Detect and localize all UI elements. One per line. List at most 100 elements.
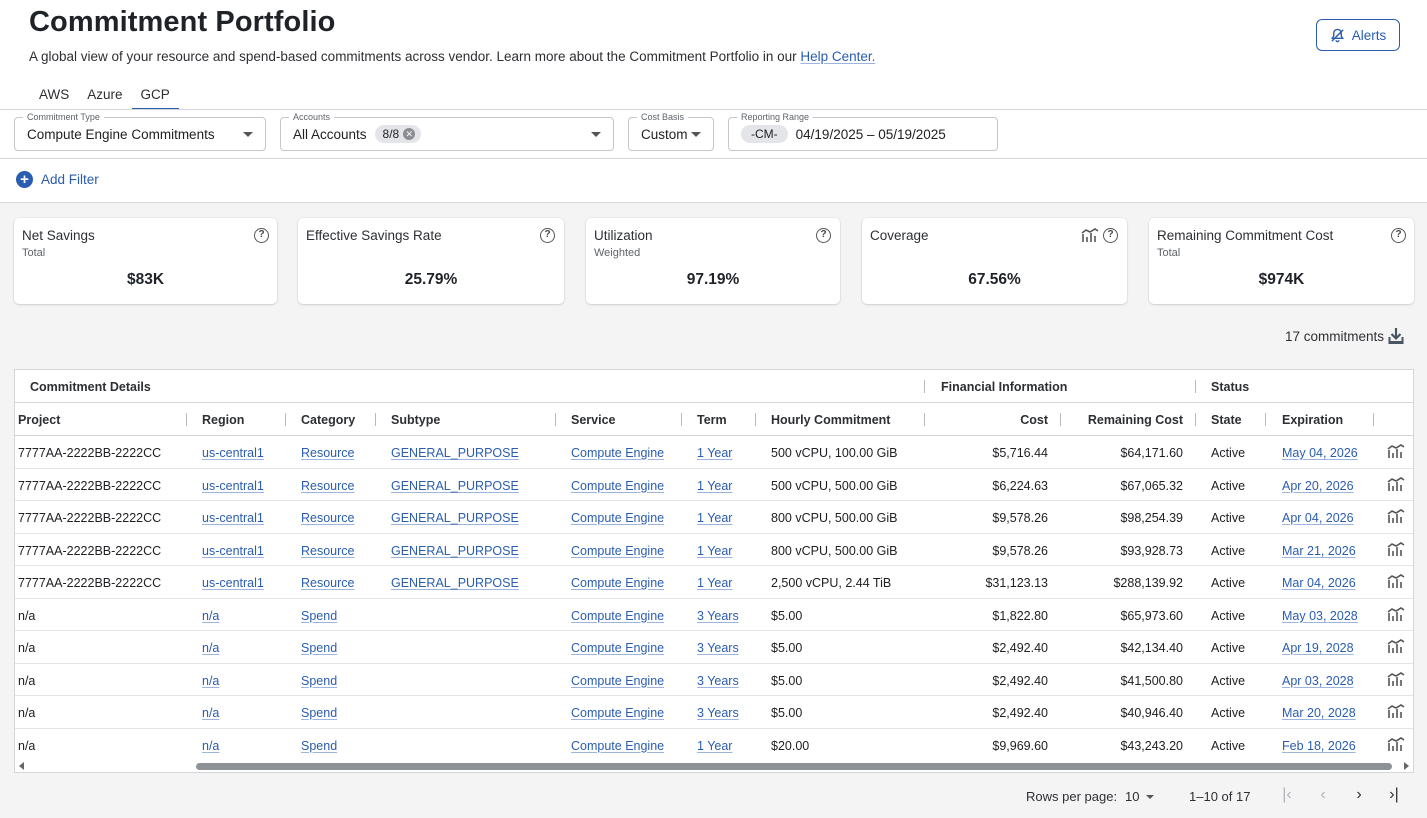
cell-service[interactable]: Compute Engine [571, 609, 664, 623]
chart-bars-icon[interactable] [1081, 228, 1099, 243]
commitment-type-select[interactable]: Commitment Type Compute Engine Commitmen… [14, 111, 266, 151]
cell-subtype[interactable]: GENERAL_PURPOSE [391, 511, 519, 525]
cell-term[interactable]: 1 Year [697, 446, 732, 460]
chart-bars-icon[interactable] [1387, 444, 1405, 459]
cell-expiration[interactable]: Feb 18, 2026 [1282, 739, 1356, 753]
cell-service[interactable]: Compute Engine [571, 739, 664, 753]
cell-region[interactable]: n/a [202, 641, 219, 655]
cell-category[interactable]: Spend [301, 641, 337, 655]
cell-subtype[interactable]: GENERAL_PURPOSE [391, 576, 519, 590]
col-state[interactable]: State [1211, 413, 1242, 427]
column-separator[interactable] [681, 413, 682, 426]
add-filter-button[interactable]: + Add Filter [16, 171, 99, 188]
chart-bars-icon[interactable] [1387, 606, 1405, 622]
cell-term[interactable]: 3 Years [697, 706, 739, 720]
tab-aws[interactable]: AWS [30, 84, 78, 110]
col-hourly-commitment[interactable]: Hourly Commitment [771, 413, 890, 427]
col-category[interactable]: Category [301, 413, 355, 427]
help-icon[interactable]: ? [1391, 228, 1406, 243]
next-page-icon[interactable]: › [1350, 786, 1368, 806]
col-project[interactable]: Project [18, 413, 60, 427]
cell-region[interactable]: n/a [202, 674, 219, 688]
chart-bars-icon[interactable] [1387, 509, 1405, 524]
cell-subtype[interactable]: GENERAL_PURPOSE [391, 479, 519, 493]
cell-category[interactable]: Resource [301, 446, 355, 460]
cell-term[interactable]: 1 Year [697, 739, 732, 753]
cell-region[interactable]: n/a [202, 706, 219, 720]
cell-service[interactable]: Compute Engine [571, 479, 664, 493]
accounts-select[interactable]: Accounts All Accounts 8/8 ✕ [280, 111, 614, 151]
cell-subtype[interactable]: GENERAL_PURPOSE [391, 544, 519, 558]
cell-expiration[interactable]: Apr 19, 2028 [1282, 641, 1354, 655]
column-separator[interactable] [555, 413, 556, 426]
alerts-button[interactable]: Alerts [1316, 19, 1400, 51]
column-separator[interactable] [755, 413, 756, 426]
col-subtype[interactable]: Subtype [391, 413, 440, 427]
help-icon[interactable]: ? [254, 228, 269, 243]
cell-category[interactable]: Spend [301, 674, 337, 688]
cell-category[interactable]: Spend [301, 706, 337, 720]
cell-service[interactable]: Compute Engine [571, 706, 664, 720]
help-icon[interactable]: ? [816, 228, 831, 243]
help-icon[interactable]: ? [540, 228, 555, 243]
chart-bars-icon[interactable] [1387, 574, 1405, 589]
clear-icon[interactable]: ✕ [403, 128, 416, 140]
cell-region[interactable]: n/a [202, 609, 219, 623]
cell-expiration[interactable]: Apr 20, 2026 [1282, 479, 1354, 493]
cell-term[interactable]: 3 Years [697, 674, 739, 688]
cell-term[interactable]: 3 Years [697, 641, 739, 655]
scrollbar-thumb[interactable] [196, 763, 1392, 770]
cell-expiration[interactable]: Apr 03, 2028 [1282, 674, 1354, 688]
cell-region[interactable]: us-central1 [202, 576, 264, 590]
cell-expiration[interactable]: May 04, 2026 [1282, 446, 1358, 460]
column-separator[interactable] [285, 413, 286, 426]
scroll-left-icon[interactable] [19, 762, 24, 770]
cell-term[interactable]: 1 Year [697, 576, 732, 590]
cell-service[interactable]: Compute Engine [571, 674, 664, 688]
last-page-icon[interactable]: ›| [1385, 786, 1403, 806]
cell-term[interactable]: 1 Year [697, 544, 732, 558]
cell-term[interactable]: 1 Year [697, 511, 732, 525]
column-separator[interactable] [186, 413, 187, 426]
cell-region[interactable]: us-central1 [202, 479, 264, 493]
column-separator[interactable] [1060, 413, 1061, 426]
previous-page-icon[interactable]: ‹ [1314, 786, 1332, 806]
chart-bars-icon[interactable] [1387, 476, 1405, 492]
cell-expiration[interactable]: Mar 20, 2028 [1282, 706, 1356, 720]
cell-subtype[interactable]: GENERAL_PURPOSE [391, 446, 519, 460]
cell-service[interactable]: Compute Engine [571, 511, 664, 525]
cell-service[interactable]: Compute Engine [571, 544, 664, 558]
cell-category[interactable]: Resource [301, 576, 355, 590]
col-expiration[interactable]: Expiration [1282, 413, 1343, 427]
cell-region[interactable]: us-central1 [202, 511, 264, 525]
cell-term[interactable]: 3 Years [697, 609, 739, 623]
first-page-icon[interactable]: |‹ [1278, 786, 1296, 806]
column-separator[interactable] [924, 413, 925, 426]
cell-category[interactable]: Resource [301, 479, 355, 493]
column-separator[interactable] [1195, 413, 1196, 426]
tab-gcp[interactable]: GCP [131, 84, 179, 110]
cell-service[interactable]: Compute Engine [571, 446, 664, 460]
col-remaining-cost[interactable]: Remaining Cost [1076, 413, 1183, 427]
column-separator[interactable] [375, 413, 376, 426]
cell-service[interactable]: Compute Engine [571, 641, 664, 655]
cell-expiration[interactable]: Mar 04, 2026 [1282, 576, 1356, 590]
download-icon[interactable] [1387, 327, 1405, 345]
cell-term[interactable]: 1 Year [697, 479, 732, 493]
chart-bars-icon[interactable] [1387, 736, 1405, 752]
chart-bars-icon[interactable] [1387, 671, 1405, 687]
horizontal-scrollbar[interactable] [15, 760, 1413, 772]
cell-expiration[interactable]: Apr 04, 2026 [1282, 511, 1354, 525]
cell-service[interactable]: Compute Engine [571, 576, 664, 590]
scroll-right-icon[interactable] [1404, 762, 1409, 770]
chart-bars-icon[interactable] [1387, 541, 1405, 557]
cell-category[interactable]: Spend [301, 739, 337, 753]
col-service[interactable]: Service [571, 413, 615, 427]
column-separator[interactable] [1265, 413, 1266, 426]
chart-bars-icon[interactable] [1387, 639, 1405, 654]
cell-category[interactable]: Resource [301, 511, 355, 525]
help-center-link[interactable]: Help Center. [800, 49, 875, 64]
cell-expiration[interactable]: Mar 21, 2026 [1282, 544, 1356, 558]
cell-expiration[interactable]: May 03, 2028 [1282, 609, 1358, 623]
cell-region[interactable]: n/a [202, 739, 219, 753]
